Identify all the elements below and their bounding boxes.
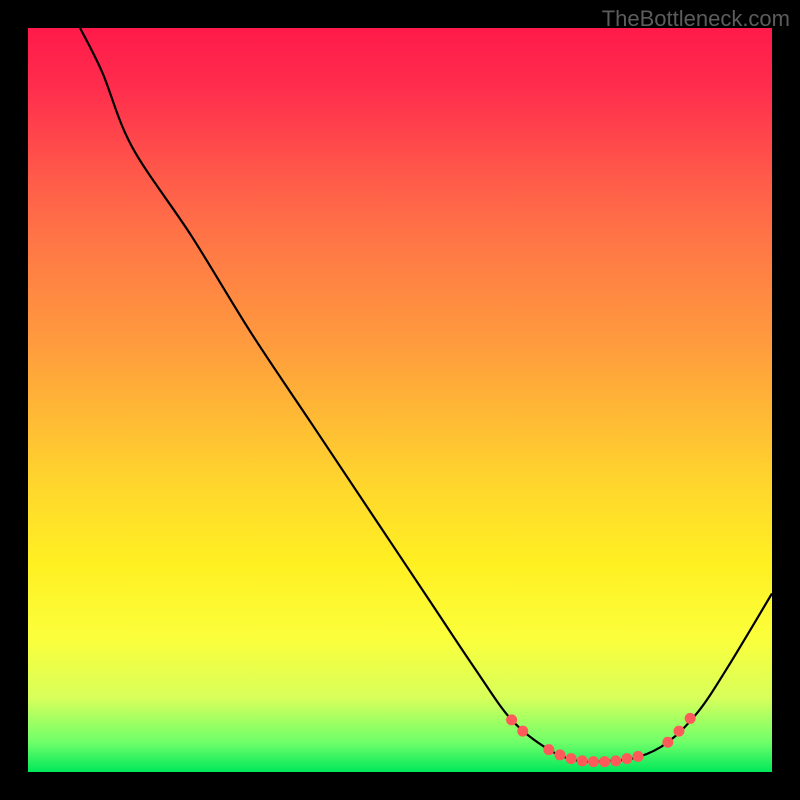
curve-overlay [28,28,772,772]
optimal-point [566,753,577,764]
optimal-point [685,713,696,724]
optimal-point [577,755,588,766]
optimal-point [674,726,685,737]
optimal-point [588,756,599,767]
bottleneck-curve [80,28,772,762]
optimal-point [599,756,610,767]
optimal-point [506,714,517,725]
optimal-point [517,726,528,737]
chart-container: TheBottleneck.com [0,0,800,800]
watermark-text: TheBottleneck.com [602,6,790,32]
optimal-point [662,737,673,748]
plot-area [28,28,772,772]
optimal-point [621,753,632,764]
optimal-point [543,744,554,755]
optimal-point [610,755,621,766]
optimal-point [633,751,644,762]
optimal-point [554,749,565,760]
